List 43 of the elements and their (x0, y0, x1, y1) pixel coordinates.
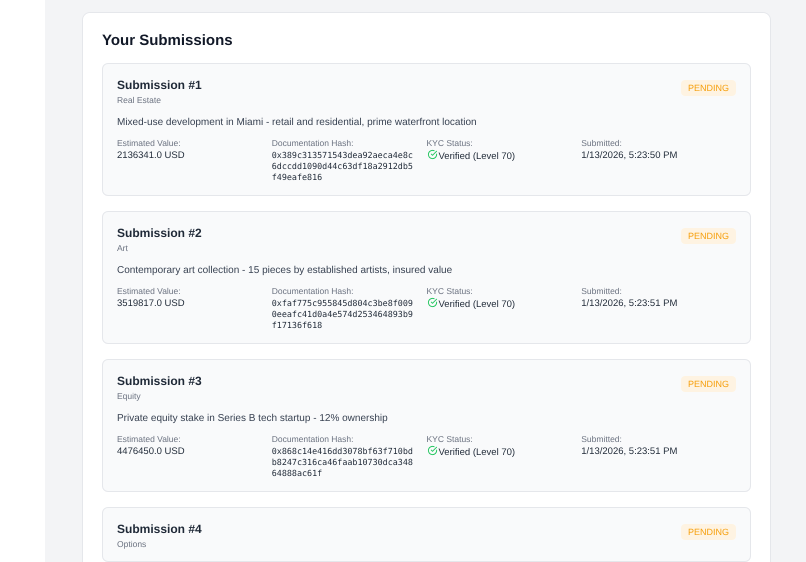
field-value: 2136341.0 USD (117, 150, 186, 161)
submission-description: Private equity stake in Series B tech startup - 12% ownership (117, 413, 389, 424)
field-label: Documentation Hash: (272, 286, 354, 296)
field-label: KYC Status: (426, 286, 474, 296)
status-badge: PENDING (680, 80, 736, 96)
submission-title: Submission #1 (117, 78, 202, 92)
check-circle-icon (426, 297, 438, 308)
field-label: KYC Status: (426, 434, 474, 444)
hash-value: 0x868c14e416dd3078bf63f710bdb8247c316ca46faab10730dca34864888ac61f (272, 446, 414, 479)
field-value: 1/13/2026, 5:23:50 PM (581, 150, 678, 161)
panel-heading: Your Submissions (102, 32, 234, 49)
submission-category: Options (117, 539, 148, 549)
submission-category: Art (117, 243, 129, 253)
submission-description: Contemporary art collection - 15 pieces by established artists, insured value (117, 265, 454, 276)
field-value: 3519817.0 USD (117, 298, 186, 309)
submission-category: Equity (117, 391, 142, 401)
submission-title: Submission #4 (117, 522, 202, 536)
field-label: Estimated Value: (117, 138, 182, 148)
field-label: Submitted: (581, 286, 623, 296)
field-label: Submitted: (581, 434, 623, 444)
field-value: 1/13/2026, 5:23:51 PM (581, 446, 678, 457)
submission-title: Submission #3 (117, 374, 202, 388)
kyc-status: Verified (Level 70) (438, 446, 516, 458)
submission-title: Submission #2 (117, 226, 202, 240)
field-label: Estimated Value: (117, 286, 182, 296)
field-label: KYC Status: (426, 138, 474, 148)
status-badge: PENDING (680, 228, 736, 244)
hash-value: 0xfaf775c955845d804c3be8f0090eeafc41d0a4e574d253464893b9f17136f618 (272, 298, 414, 331)
field-label: Estimated Value: (117, 434, 182, 444)
kyc-status: Verified (Level 70) (438, 150, 516, 162)
check-circle-icon (426, 149, 438, 160)
hash-value: 0x389c313571543dea92aeca4e8c6dccdd1090d44c63df18a2912db5f49eafe816 (272, 150, 414, 183)
field-value: 1/13/2026, 5:23:51 PM (581, 298, 678, 309)
field-value: 4476450.0 USD (117, 446, 186, 457)
status-badge: PENDING (680, 524, 736, 540)
submission-description: Mixed-use development in Miami - retail and residential, prime waterfront location (117, 117, 478, 128)
submission-category: Real Estate (117, 95, 162, 105)
check-circle-icon (426, 445, 438, 456)
field-label: Documentation Hash: (272, 434, 354, 444)
field-label: Documentation Hash: (272, 138, 354, 148)
kyc-status: Verified (Level 70) (438, 298, 516, 310)
status-badge: PENDING (680, 376, 736, 392)
field-label: Submitted: (581, 138, 623, 148)
